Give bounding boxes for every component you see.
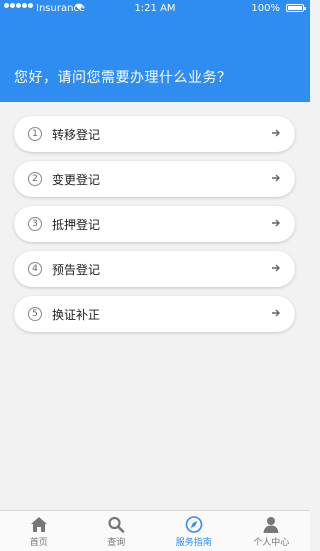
search-icon <box>108 516 125 533</box>
menu-item-mortgage[interactable]: 3 抵押登记 <box>14 206 295 242</box>
arrow-right-icon <box>272 264 280 272</box>
tab-search[interactable]: 查询 <box>78 511 156 551</box>
header: Insurance 1:21 AM 100% 您好，请问您需要办理什么业务？ <box>0 0 310 102</box>
tab-home[interactable]: 首页 <box>0 511 78 551</box>
menu-item-advance-notice[interactable]: 4 预告登记 <box>14 251 295 287</box>
arrow-right-icon <box>272 309 280 317</box>
menu-item-transfer[interactable]: 1 转移登记 <box>14 116 295 152</box>
item-number: 2 <box>28 172 42 186</box>
menu-item-certificate-replacement[interactable]: 5 换证补正 <box>14 296 295 332</box>
item-number: 4 <box>28 262 42 276</box>
item-number: 1 <box>28 127 42 141</box>
item-label: 换证补正 <box>52 307 101 322</box>
greeting-title: 您好，请问您需要办理什么业务？ <box>14 70 232 86</box>
service-menu: 1 转移登记 2 变更登记 3 抵押登记 4 预告登记 5 换证补正 <box>14 116 295 341</box>
battery-icon <box>286 4 306 12</box>
item-label: 预告登记 <box>52 262 101 277</box>
arrow-right-icon <box>272 129 280 137</box>
item-number: 3 <box>28 217 42 231</box>
arrow-right-icon <box>272 174 280 182</box>
menu-item-change[interactable]: 2 变更登记 <box>14 161 295 197</box>
item-label: 转移登记 <box>52 127 101 142</box>
home-icon <box>30 517 47 532</box>
user-icon <box>263 517 279 533</box>
tab-personal-center[interactable]: 个人中心 <box>233 511 311 551</box>
tab-service-guide[interactable]: 服务指南 <box>155 511 233 551</box>
tab-label: 查询 <box>107 538 126 548</box>
battery-percent: 100% <box>251 3 280 14</box>
tab-label: 首页 <box>29 538 48 548</box>
tab-label: 个人中心 <box>253 538 290 548</box>
item-label: 抵押登记 <box>52 217 101 232</box>
item-label: 变更登记 <box>52 172 101 187</box>
status-bar: Insurance 1:21 AM 100% <box>0 0 310 18</box>
compass-icon <box>185 516 203 533</box>
tab-label: 服务指南 <box>175 538 212 548</box>
tab-bar: 首页 查询 服务指南 个人中心 <box>0 510 310 551</box>
arrow-right-icon <box>272 219 280 227</box>
item-number: 5 <box>28 307 42 321</box>
